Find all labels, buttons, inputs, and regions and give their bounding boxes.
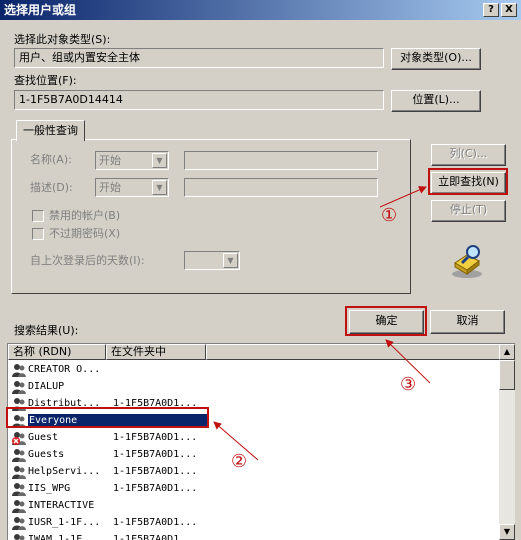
search-results-label: 搜索结果(U): [14,324,79,337]
table-row[interactable]: IUSR_1-1F... 1-1F5B7A0D1... [8,515,498,532]
location-field: 1-1F5B7A0D14414 [14,90,384,110]
row-folder: 1-1F5B7A0D1... [113,466,198,477]
row-folder: 1-1F5B7A0D1... [113,449,198,460]
group-icon [11,447,27,463]
annotation-step-3: ③ [400,374,417,395]
chevron-down-icon: ▼ [152,180,167,195]
table-row[interactable]: HelpServi... 1-1F5B7A0D1... [8,464,498,481]
description-label: 描述(D): [30,181,73,194]
table-row[interactable]: INTERACTIVE [8,498,498,515]
row-name: IUSR_1-1F... [28,517,101,528]
column-header-folder[interactable]: 在文件夹中 [106,344,206,360]
row-name: Everyone [28,414,208,428]
row-name: Guests [28,449,65,460]
row-name: Guest [28,432,59,443]
row-folder: 1-1F5B7A0D1... [113,483,198,494]
table-row[interactable]: Everyone [8,413,498,430]
row-name: HelpServi... [28,466,101,477]
close-button[interactable]: X [501,3,517,17]
row-name: Distribut... [28,398,101,409]
row-folder: 1-1F5B7A0D1... [113,534,198,540]
columns-button[interactable]: 列(C)... [431,144,506,166]
table-row[interactable]: IIS_WPG 1-1F5B7A0D1... [8,481,498,498]
non-expiring-password-label: 不过期密码(X) [49,227,121,240]
object-types-button[interactable]: 对象类型(O)... [391,48,481,70]
results-scrollbar[interactable]: ▲ ▼ [499,344,515,540]
column-header-filler [206,344,500,360]
object-type-field: 用户、组或内置安全主体 [14,48,384,68]
help-button[interactable]: ? [483,3,499,17]
annotation-step-2: ② [231,451,248,472]
tab-common-queries[interactable]: 一般性查询 [16,120,85,141]
name-input[interactable] [184,151,378,170]
stop-button[interactable]: 停止(T) [431,200,506,222]
disabled-user-icon [11,430,27,446]
group-icon [11,464,27,480]
description-input[interactable] [184,178,378,197]
row-name: IWAM_1-1F... [28,534,101,540]
group-icon [11,413,27,429]
description-mode-value: 开始 [99,181,121,194]
location-label: 查找位置(F): [14,74,77,87]
non-expiring-password-checkbox[interactable] [32,228,44,240]
disabled-accounts-checkbox[interactable] [32,210,44,222]
locations-button[interactable]: 位置(L)... [391,90,481,112]
table-row[interactable]: Distribut... 1-1F5B7A0D1... [8,396,498,413]
group-icon [11,396,27,412]
disabled-accounts-label: 禁用的帐户(B) [49,209,121,222]
group-icon [11,498,27,514]
ok-button[interactable]: 确定 [349,310,424,334]
table-row[interactable]: IWAM_1-1F... 1-1F5B7A0D1... [8,532,498,540]
description-mode-select[interactable]: 开始 ▼ [95,178,169,197]
row-folder: 1-1F5B7A0D1... [113,517,198,528]
search-animation-icon [449,243,485,279]
name-mode-select[interactable]: 开始 ▼ [95,151,169,170]
scroll-thumb[interactable] [499,360,515,390]
scroll-up-button[interactable]: ▲ [499,344,515,360]
row-folder: 1-1F5B7A0D1... [113,432,198,443]
name-label: 名称(A): [30,153,72,166]
group-icon [11,532,27,540]
column-header-name[interactable]: 名称 (RDN) [8,344,106,360]
name-mode-value: 开始 [99,154,121,167]
chevron-down-icon: ▼ [223,253,238,268]
table-row[interactable]: Guest 1-1F5B7A0D1... [8,430,498,447]
row-name: CREATOR O... [28,364,101,375]
days-since-logon-label: 自上次登录后的天数(I): [30,254,145,267]
table-row[interactable]: DIALUP [8,379,498,396]
group-icon [11,362,27,378]
days-since-logon-select[interactable]: ▼ [184,251,240,270]
annotation-step-1: ① [381,205,398,226]
window-title: 选择用户或组 [4,3,77,17]
table-row[interactable]: Guests 1-1F5B7A0D1... [8,447,498,464]
row-name: INTERACTIVE [28,500,95,511]
row-name: DIALUP [28,381,65,392]
chevron-down-icon: ▼ [152,153,167,168]
find-now-button[interactable]: 立即查找(N) [431,172,506,194]
scroll-down-button[interactable]: ▼ [499,524,515,540]
cancel-button[interactable]: 取消 [430,310,505,334]
group-icon [11,515,27,531]
select-users-dialog: 选择用户或组 ? X 选择此对象类型(S): 用户、组或内置安全主体 对象类型(… [0,0,521,540]
row-name: IIS_WPG [28,483,71,494]
object-type-label: 选择此对象类型(S): [14,33,111,46]
row-folder: 1-1F5B7A0D1... [113,398,198,409]
group-icon [11,481,27,497]
search-results-list[interactable]: 名称 (RDN) 在文件夹中 CREATOR O... DIALUP Distrib… [7,343,515,540]
group-icon [11,379,27,395]
title-bar: 选择用户或组 [0,0,521,20]
table-row[interactable]: CREATOR O... [8,362,498,379]
